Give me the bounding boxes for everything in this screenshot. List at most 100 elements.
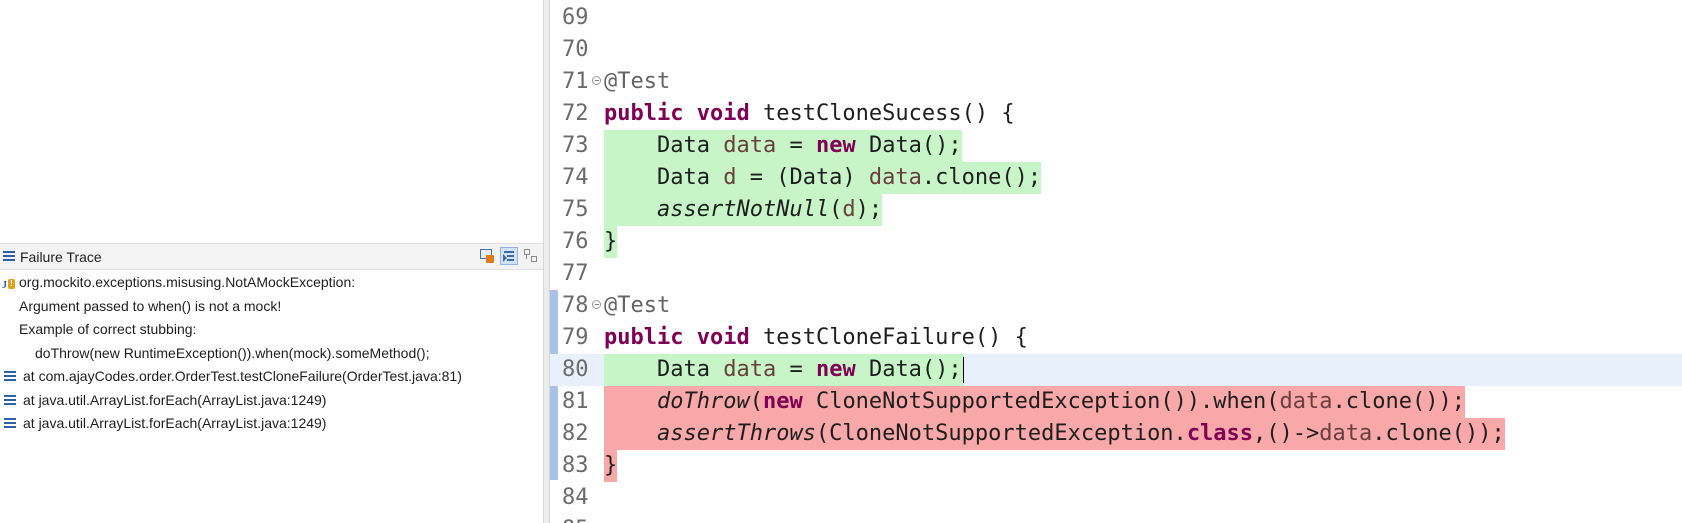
code-token: doThrow (656, 389, 750, 414)
code-text: } (604, 450, 618, 482)
code-token: data (1279, 389, 1333, 414)
fold-toggle-icon[interactable] (592, 300, 601, 309)
code-line[interactable]: 73 Data data = new Data(); (550, 130, 1682, 162)
code-token: new (815, 133, 856, 158)
code-token: .clone()); (1332, 389, 1465, 414)
code-line[interactable]: 75 assertNotNull(d); (550, 194, 1682, 226)
code-token: assertThrows (656, 421, 816, 446)
code-token: @Test (604, 293, 671, 318)
line-number: 80 (562, 357, 589, 382)
trace-line[interactable]: at com.ajayCodes.order.OrderTest.testClo… (0, 364, 543, 388)
code-token: ( (829, 197, 843, 222)
fold-toggle-icon[interactable] (592, 76, 601, 85)
code-token: data (868, 165, 922, 190)
line-number: 83 (562, 453, 589, 478)
trace-line[interactable]: at java.util.ArrayList.forEach(ArrayList… (0, 388, 543, 412)
code-line[interactable]: 85 (550, 514, 1682, 523)
text-caret (962, 357, 964, 383)
trace-line[interactable]: J! org.mockito.exceptions.misusing.NotAMo… (0, 270, 543, 294)
code-token: = (776, 133, 816, 158)
code-token: void (696, 325, 750, 350)
code-token: Data (604, 133, 724, 158)
panel-splitter[interactable] (543, 0, 550, 523)
code-token: new (762, 389, 803, 414)
trace-line-text: Example of correct stubbing: (19, 321, 197, 337)
line-number: 79 (562, 325, 589, 350)
trace-line: Example of correct stubbing: (0, 317, 543, 341)
line-number: 76 (562, 229, 589, 254)
code-token: ,()-> (1253, 421, 1320, 446)
code-text: assertThrows(CloneNotSupportedException.… (604, 418, 1505, 450)
code-token: @Test (604, 69, 671, 94)
code-line[interactable]: 82 assertThrows(CloneNotSupportedExcepti… (550, 418, 1682, 450)
code-text: Data data = new Data(); (604, 130, 962, 162)
code-token: Data(); (855, 357, 962, 382)
code-token: testCloneSucess() { (749, 101, 1015, 126)
code-token: .clone(); (921, 165, 1042, 190)
code-token: } (604, 229, 618, 254)
code-editor[interactable]: 69 70 71 @Test 72 public void testCloneSucess… (550, 0, 1682, 523)
code-line[interactable]: 81 doThrow(new CloneNotSupportedExceptio… (550, 386, 1682, 418)
trace-line-text: doThrow(new RuntimeException()).when(moc… (35, 344, 430, 361)
code-token: Data (604, 357, 724, 382)
stack-frame-icon (4, 394, 16, 405)
line-number: 69 (562, 5, 589, 30)
trace-line-text: at java.util.ArrayList.forEach(ArrayList… (23, 391, 327, 408)
code-token: public (604, 101, 684, 126)
code-token: .clone()); (1372, 421, 1505, 446)
line-number: 75 (562, 197, 589, 222)
trace-line: Argument passed to when() is not a mock! (0, 294, 543, 318)
code-token: d (842, 197, 856, 222)
code-text: public void testCloneFailure() { (604, 322, 1028, 354)
stack-frame-icon (4, 418, 16, 428)
code-line[interactable]: 80 Data data = new Data(); (550, 354, 1682, 386)
line-number: 70 (562, 37, 589, 62)
code-token: ( (749, 389, 763, 414)
code-line[interactable]: 76} (550, 226, 1682, 258)
code-token: Data(); (855, 133, 962, 158)
code-text: public void testCloneSucess() { (604, 98, 1015, 130)
code-line[interactable]: 84 (550, 482, 1682, 514)
code-text: @Test (604, 66, 670, 98)
code-line[interactable]: 71 @Test (550, 66, 1682, 98)
code-line[interactable]: 79 public void testCloneFailure() { (550, 322, 1682, 354)
code-line[interactable]: 70 (550, 34, 1682, 66)
code-line[interactable]: 78 @Test (550, 290, 1682, 322)
code-token: (CloneNotSupportedException. (815, 421, 1187, 446)
code-line[interactable]: 74 Data d = (Data) data.clone(); (550, 162, 1682, 194)
line-number: 72 (562, 101, 589, 126)
stack-list-icon (3, 251, 15, 261)
trace-line-text: Argument passed to when() is not a mock! (19, 297, 282, 314)
line-number: 74 (562, 165, 589, 190)
code-token: data (1319, 421, 1373, 446)
code-line[interactable]: 72 public void testCloneSucess() { (550, 98, 1682, 130)
line-number: 85 (562, 514, 602, 523)
stack-frame-icon (4, 371, 16, 381)
failure-trace-title: Failure Trace (20, 249, 102, 265)
failure-trace-header: Failure Trace (0, 243, 543, 270)
code-line[interactable]: 83} (550, 450, 1682, 482)
code-token: class (1186, 421, 1254, 446)
line-number: 73 (562, 133, 589, 158)
code-text: } (604, 226, 618, 258)
exception-icon: J! (2, 274, 16, 291)
code-text: @Test (604, 290, 670, 322)
trace-line-text: at java.util.ArrayList.forEach(ArrayList… (23, 415, 327, 431)
line-number: 84 (562, 485, 589, 510)
trace-line[interactable]: at java.util.ArrayList.forEach(ArrayList… (0, 411, 543, 435)
code-token: = (Data) (736, 165, 869, 190)
trace-line-text: org.mockito.exceptions.misusing.NotAMock… (19, 274, 356, 290)
code-line[interactable]: 77 (550, 258, 1682, 290)
code-token: } (604, 453, 618, 478)
code-token: d (723, 165, 737, 190)
filter-stack-button[interactable] (500, 247, 518, 265)
compare-result-button[interactable] (478, 247, 496, 265)
hierarchy-button[interactable] (522, 247, 540, 265)
code-token: CloneNotSupportedException()).when( (802, 389, 1280, 414)
code-token: = (776, 357, 816, 382)
code-line[interactable]: 69 (550, 2, 1682, 34)
